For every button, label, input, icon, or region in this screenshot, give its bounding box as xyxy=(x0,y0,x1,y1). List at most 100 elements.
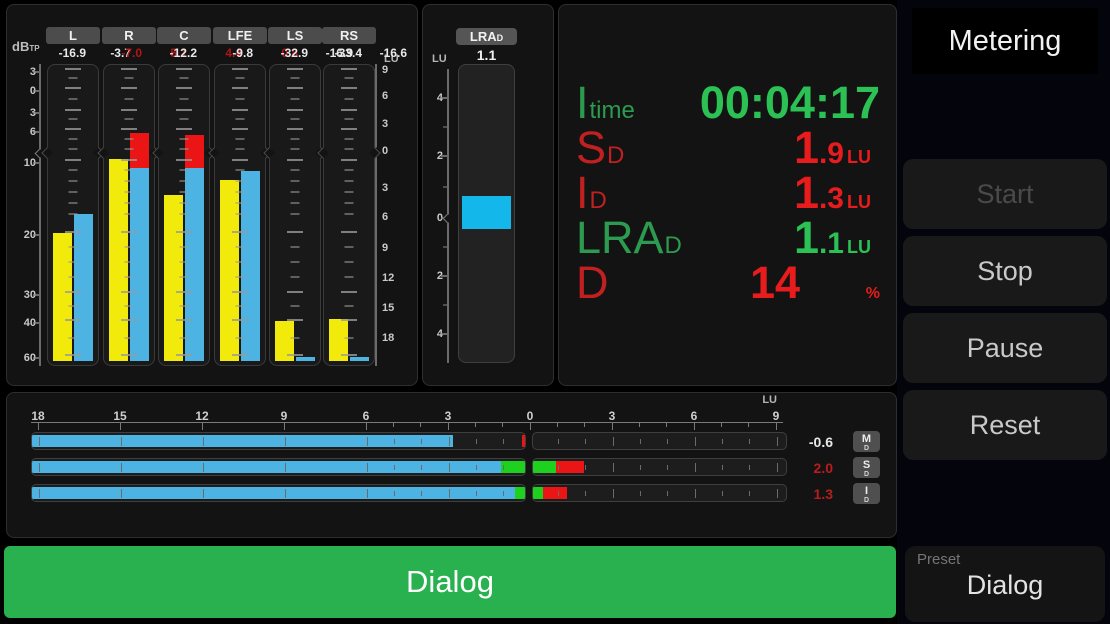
inbar-tick xyxy=(722,439,723,444)
meter-tick xyxy=(232,159,248,161)
dialog-mode-button[interactable]: Dialog xyxy=(4,546,896,618)
meter-tick xyxy=(345,246,354,248)
stop-button[interactable]: Stop xyxy=(903,236,1107,306)
meter-tick xyxy=(236,261,245,263)
meter-bars xyxy=(53,69,93,361)
inbar-tick xyxy=(367,489,368,498)
bottom-scale-tick xyxy=(284,423,285,430)
meter-tick xyxy=(176,354,192,356)
lu-scale-tick-label: 6 xyxy=(382,90,408,102)
db-scale-tick xyxy=(33,131,39,133)
readout-value: 1.1 xyxy=(794,216,844,271)
readout-unit: % xyxy=(844,272,880,316)
meter-tick xyxy=(125,276,134,278)
bottom-scale-label: 12 xyxy=(195,409,208,423)
meter-tick xyxy=(232,109,248,111)
metering-title[interactable]: Metering xyxy=(912,8,1098,74)
loudness-bar-yellow xyxy=(53,233,72,361)
lu-scale-tick-label: 6 xyxy=(382,211,408,223)
inbar-tick xyxy=(777,489,778,498)
lu-scale-tick-label: 18 xyxy=(382,332,408,344)
meter-tick xyxy=(69,191,78,193)
meter-tick xyxy=(341,68,357,70)
meter-tick xyxy=(236,118,245,120)
meter-tick xyxy=(180,191,189,193)
meter-tick xyxy=(287,319,303,321)
meter-badge-s[interactable]: SD xyxy=(853,457,880,478)
bottom-scale-tick xyxy=(530,423,531,430)
channel-badge-L[interactable]: L xyxy=(46,27,100,44)
inbar-tick xyxy=(722,491,723,496)
meter-tick xyxy=(341,354,357,356)
lra-scale-minor-tick xyxy=(443,126,447,128)
preset-selector[interactable]: Preset Dialog xyxy=(905,546,1105,622)
channel-meter-RS xyxy=(323,64,375,366)
channel-badge-C[interactable]: C xyxy=(157,27,211,44)
lra-scale-minor-tick xyxy=(443,186,447,188)
meter-tick xyxy=(121,68,137,70)
meter-tick xyxy=(69,276,78,278)
meter-tick xyxy=(121,109,137,111)
meter-tick xyxy=(69,261,78,263)
inbar-tick xyxy=(667,491,668,496)
inbar-tick xyxy=(285,437,286,446)
bottom-scale-tick xyxy=(202,423,203,430)
bottom-scale-label: 3 xyxy=(445,409,452,423)
channel-badge-RS[interactable]: RS xyxy=(322,27,376,44)
meter-tick xyxy=(345,305,354,307)
inbar-tick xyxy=(449,437,450,446)
pause-button[interactable]: Pause xyxy=(903,313,1107,383)
meter-tick xyxy=(65,231,81,233)
meter-tick xyxy=(125,77,134,79)
meter-tick xyxy=(180,77,189,79)
meter-tick xyxy=(69,246,78,248)
db-scale-tick-label: 0 xyxy=(7,85,36,97)
meter-tick xyxy=(345,213,354,215)
meter-tick xyxy=(291,148,300,150)
meter-tick xyxy=(121,128,137,130)
meter-tick xyxy=(291,305,300,307)
meter-badge-i[interactable]: ID xyxy=(853,483,880,504)
start-button[interactable]: Start xyxy=(903,159,1107,229)
db-scale-tick-label: 10 xyxy=(7,157,36,169)
inbar-tick xyxy=(421,465,422,470)
db-scale-tick-label: 6 xyxy=(7,126,36,138)
meter-tick xyxy=(125,169,134,171)
meter-tick xyxy=(236,213,245,215)
meter-tick xyxy=(345,180,354,182)
inbar-tick xyxy=(613,437,614,446)
reset-button[interactable]: Reset xyxy=(903,390,1107,460)
truepeak-bar-blue xyxy=(350,357,369,361)
bottom-scale-label: 9 xyxy=(773,409,780,423)
lra-value: 1.1 xyxy=(458,47,515,63)
lra-meter xyxy=(458,64,515,363)
meter-tick xyxy=(180,305,189,307)
channel-badge-R[interactable]: R xyxy=(102,27,156,44)
bottom-scale-label: 9 xyxy=(281,409,288,423)
bottom-scale-tick xyxy=(366,423,367,430)
bottom-scale-minor-tick xyxy=(502,423,503,427)
bottom-scale-minor-tick xyxy=(420,423,421,427)
readout-unit: LU xyxy=(844,225,880,269)
meter-badge-m[interactable]: MD xyxy=(853,431,880,452)
channel-badge-LS[interactable]: LS xyxy=(268,27,322,44)
frame-notch-left xyxy=(41,147,52,158)
db-scale-tick-label: 30 xyxy=(7,289,36,301)
meter-fill-red xyxy=(543,487,567,499)
meter-tick xyxy=(65,354,81,356)
inbar-tick xyxy=(285,489,286,498)
meter-tick xyxy=(180,202,189,204)
meter-tick xyxy=(232,354,248,356)
bottom-scale-minor-tick xyxy=(557,423,558,427)
readout-row-lrad: LRAD1.1LU xyxy=(576,216,880,261)
meter-tick xyxy=(232,319,248,321)
lra-scale-tick-label: 4 xyxy=(423,328,443,340)
lra-badge[interactable]: LRAD xyxy=(456,28,517,45)
bottom-scale-tick xyxy=(694,423,695,430)
bottom-scale-minor-tick xyxy=(748,423,749,427)
db-scale-tick-label: 3 xyxy=(7,107,36,119)
lra-scale-minor-tick xyxy=(443,304,447,306)
meter-tick xyxy=(345,98,354,100)
channel-badge-LFE[interactable]: LFE xyxy=(213,27,267,44)
db-scale-tick xyxy=(33,90,39,92)
